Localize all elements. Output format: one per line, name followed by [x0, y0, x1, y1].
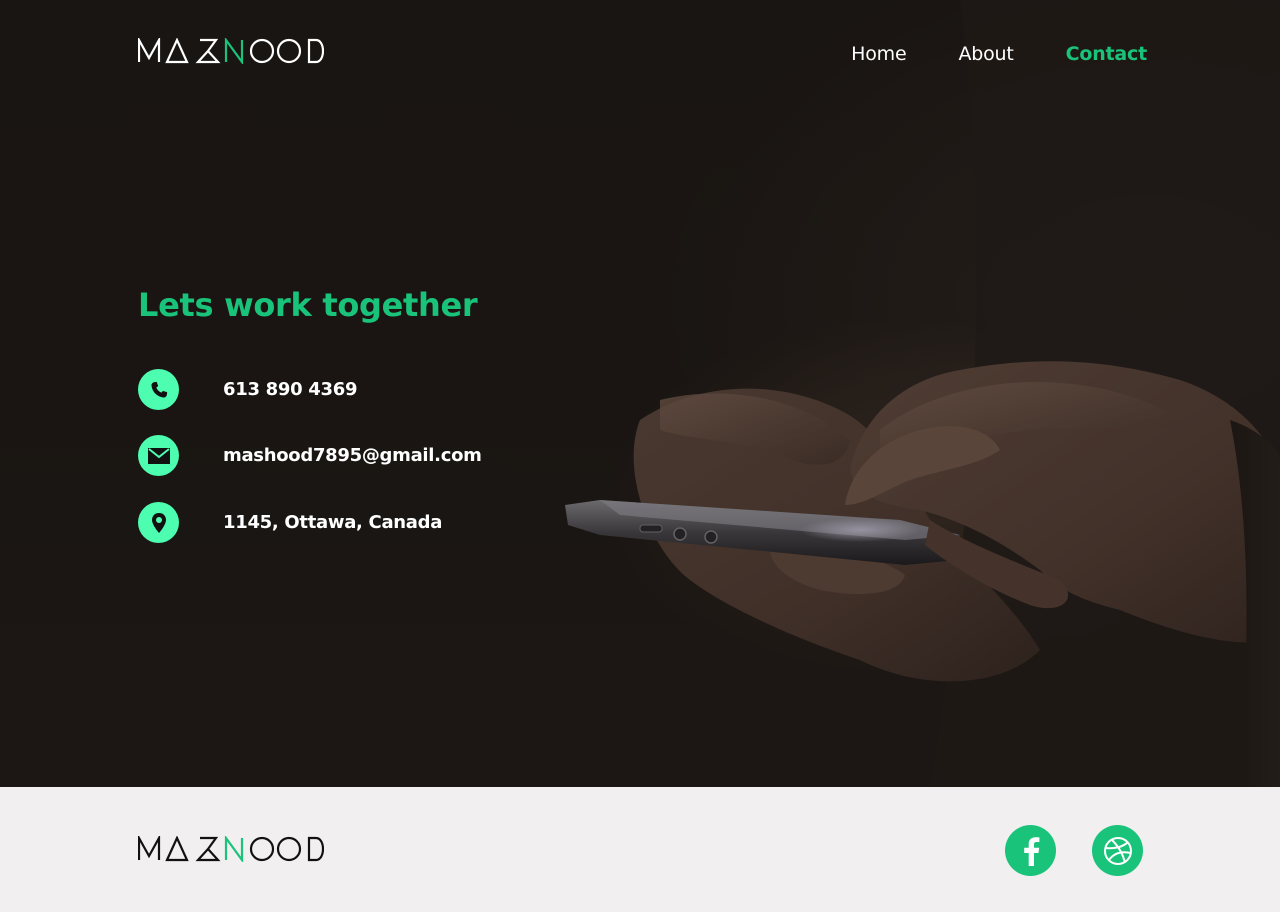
nav-contact-link[interactable]: Contact	[1066, 40, 1148, 68]
nav-home-link[interactable]: Home	[851, 40, 907, 68]
facebook-icon	[1023, 836, 1039, 866]
location-pin-icon	[138, 502, 179, 543]
contact-phone-row: 613 890 4369	[138, 369, 357, 410]
nav-about-link[interactable]: About	[958, 40, 1013, 68]
page-headline: Lets work together	[138, 286, 478, 324]
contact-location-row: 1145, Ottawa, Canada	[138, 502, 442, 543]
dribbble-icon	[1103, 836, 1132, 865]
dribbble-link[interactable]	[1092, 825, 1143, 876]
contact-address-text: 1145, Ottawa, Canada	[223, 512, 443, 533]
mail-icon	[138, 435, 179, 476]
hero-section: Home About Contact Lets work together 61…	[0, 0, 1280, 787]
contact-email-text[interactable]: mashood7895@gmail.com	[223, 445, 482, 466]
contact-email-row: mashood7895@gmail.com	[138, 435, 482, 476]
contact-phone-text[interactable]: 613 890 4369	[223, 379, 357, 400]
brand-logo[interactable]	[138, 38, 324, 64]
phone-icon	[138, 369, 179, 410]
facebook-link[interactable]	[1005, 825, 1056, 876]
main-nav: Home About Contact	[851, 40, 1147, 68]
footer-brand-logo[interactable]	[138, 836, 324, 862]
